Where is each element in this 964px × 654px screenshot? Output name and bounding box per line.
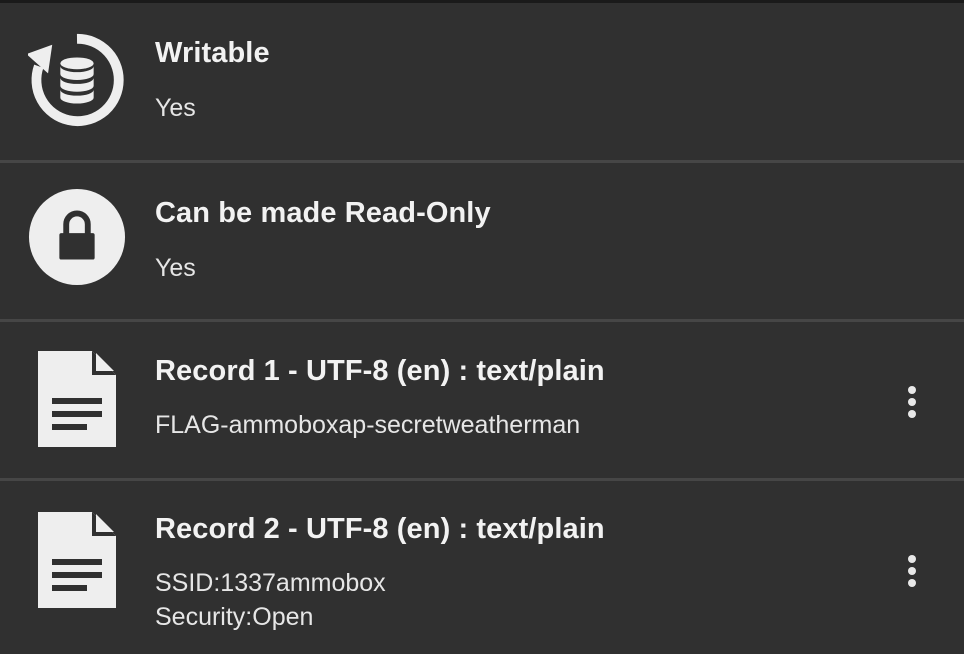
record-2-value-line-1: SSID:1337ammobox	[155, 569, 386, 597]
record-2-row[interactable]: Record 2 - UTF-8 (en) : text/plain SSID:…	[0, 481, 964, 654]
read-only-value: Yes	[155, 254, 196, 282]
document-icon	[38, 351, 116, 447]
read-only-title: Can be made Read-Only	[155, 197, 491, 229]
database-sync-icon	[28, 33, 124, 127]
record-2-value-line-2: Security:Open	[155, 603, 314, 631]
record-2-title: Record 2 - UTF-8 (en) : text/plain	[155, 513, 605, 545]
document-icon	[38, 512, 116, 608]
read-only-row: Can be made Read-Only Yes	[0, 163, 964, 319]
writable-title: Writable	[155, 37, 270, 69]
record-1-title: Record 1 - UTF-8 (en) : text/plain	[155, 355, 605, 387]
nfc-tag-info-screen: Writable Yes Can be made Read-Only Yes R…	[0, 0, 964, 654]
record-1-value: FLAG-ammoboxap-secretweatherman	[155, 411, 581, 439]
writable-row: Writable Yes	[0, 3, 964, 160]
more-options-icon[interactable]	[896, 547, 928, 595]
lock-icon	[28, 188, 126, 286]
record-1-row[interactable]: Record 1 - UTF-8 (en) : text/plain FLAG-…	[0, 322, 964, 478]
writable-value: Yes	[155, 94, 196, 122]
more-options-icon[interactable]	[896, 378, 928, 426]
